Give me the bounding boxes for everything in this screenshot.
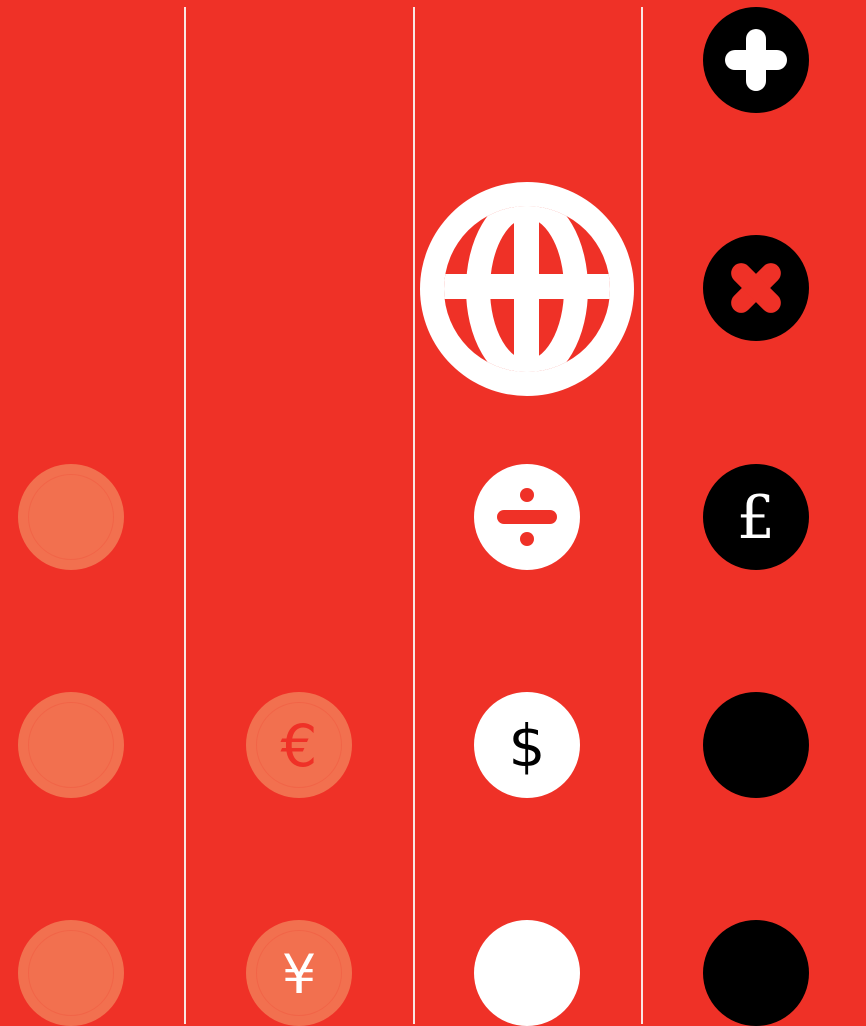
euro-icon: €	[246, 692, 352, 798]
blank-black-circle	[703, 692, 809, 798]
yen-icon: ¥	[246, 920, 352, 1026]
icon-grid: € ¥ $ £	[0, 0, 866, 1026]
pound-symbol: £	[736, 483, 776, 553]
dollar-icon: $	[474, 692, 580, 798]
close-glyph	[731, 263, 781, 313]
plus-icon	[703, 7, 809, 113]
blank-muted-circle	[18, 920, 124, 1026]
globe-icon	[420, 182, 634, 396]
euro-symbol: €	[280, 712, 318, 780]
divide-glyph	[497, 488, 557, 546]
divide-icon	[474, 464, 580, 570]
blank-muted-circle	[18, 692, 124, 798]
column-divider	[184, 7, 186, 1024]
yen-symbol: ¥	[281, 943, 317, 1006]
column-divider	[641, 7, 643, 1024]
close-icon	[703, 235, 809, 341]
blank-muted-circle	[18, 464, 124, 570]
dollar-symbol: $	[508, 712, 546, 780]
blank-white-circle	[474, 920, 580, 1026]
pound-icon: £	[703, 464, 809, 570]
column-divider	[413, 7, 415, 1024]
blank-black-circle	[703, 920, 809, 1026]
plus-glyph	[725, 29, 787, 91]
